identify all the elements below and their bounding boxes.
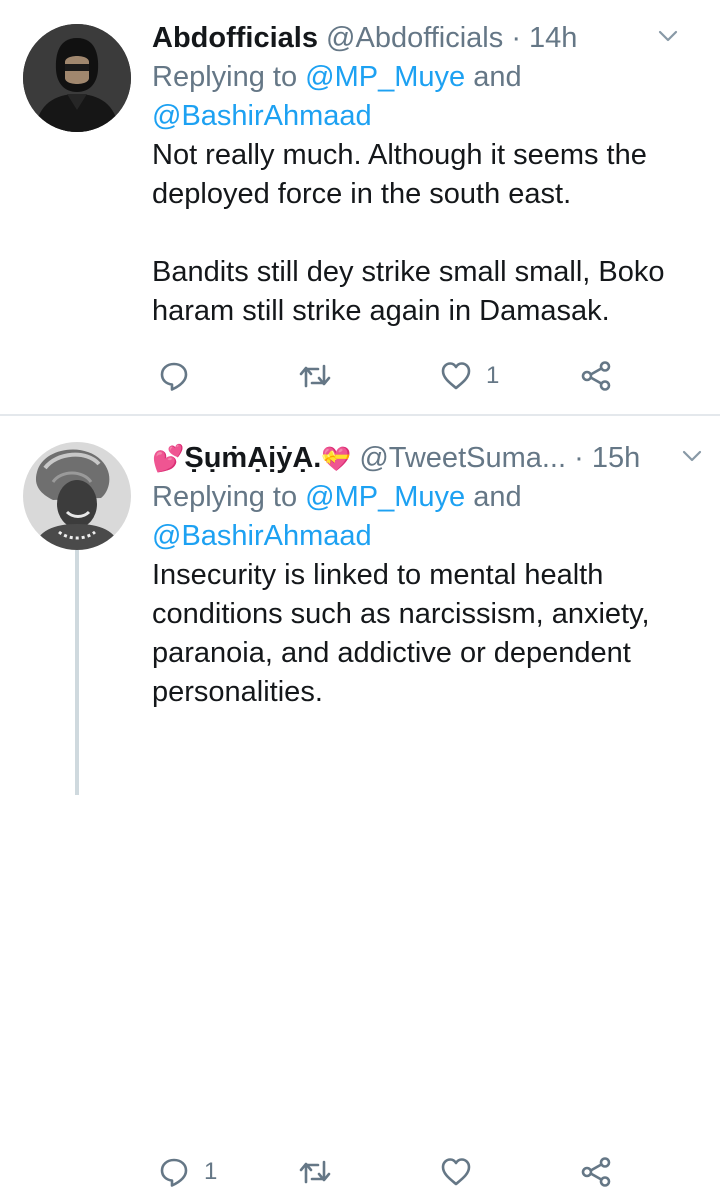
reply-icon [160, 362, 188, 391]
reply-count: 1 [204, 1158, 218, 1185]
mention-link[interactable]: @MP_Muye [305, 481, 465, 513]
replying-label: Replying to [152, 61, 306, 93]
share-icon [581, 361, 611, 391]
share-button[interactable] [580, 356, 612, 396]
tweet[interactable]: 💕ṢụṁẠịẏẠ.💝 @TweetSuma... · 15h Replying … [0, 417, 720, 1187]
mention-link[interactable]: @BashirAhmaad [152, 520, 372, 552]
like-count: 1 [486, 362, 500, 389]
retweet-icon [299, 1160, 331, 1184]
timestamp[interactable]: 14h [529, 22, 577, 54]
retweet-button[interactable] [298, 356, 346, 396]
display-name[interactable]: ṢụṁẠịẏẠ. [184, 442, 321, 474]
like-button[interactable] [440, 1152, 486, 1192]
reply-icon [160, 1158, 188, 1187]
heart-icon [441, 362, 471, 390]
separator-dot: · [511, 22, 521, 54]
reply-button[interactable]: 1 [158, 1152, 217, 1192]
heart-icon [441, 1158, 471, 1186]
share-button[interactable] [580, 1152, 612, 1192]
display-name[interactable]: Abdofficials [152, 22, 318, 54]
chevron-down-icon[interactable] [682, 449, 702, 463]
replying-to: Replying to @MP_Muye and @BashirAhmaad [152, 478, 704, 556]
tweet-content: 💕ṢụṁẠịẏẠ.💝 @TweetSuma... · 15h Replying … [152, 438, 704, 712]
like-button[interactable]: 1 [440, 356, 499, 396]
chevron-down-icon[interactable] [658, 29, 678, 43]
mention-link[interactable]: @BashirAhmaad [152, 100, 372, 132]
timestamp[interactable]: 15h [592, 442, 640, 474]
reply-button[interactable] [158, 356, 204, 396]
heart-gift-emoji: 💝 [321, 446, 352, 473]
replying-and: and [465, 481, 522, 513]
tweet-divider [0, 414, 720, 416]
retweet-button[interactable] [298, 1152, 346, 1192]
replying-label: Replying to [152, 481, 306, 513]
tweet-text: Insecurity is linked to mental health co… [152, 559, 658, 708]
separator-dot: · [574, 442, 584, 474]
user-handle[interactable]: @TweetSuma... [359, 442, 566, 474]
replying-and: and [465, 61, 522, 93]
tweet-header: Abdofficials @Abdofficials · 14h [152, 18, 704, 58]
tweet-text: Not really much. Although it seems the d… [152, 139, 665, 327]
tweet-actions: 1 [152, 356, 672, 396]
avatar[interactable] [23, 442, 131, 550]
tweet-actions: 1 [152, 1152, 672, 1192]
replying-to: Replying to @MP_Muye and @BashirAhmaad [152, 58, 704, 136]
tweet[interactable]: Abdofficials @Abdofficials · 14h Replyin… [0, 0, 720, 414]
tweet-header: 💕ṢụṁẠịẏẠ.💝 @TweetSuma... · 15h [152, 438, 704, 478]
share-icon [581, 1157, 611, 1187]
mention-link[interactable]: @MP_Muye [305, 61, 465, 93]
tweet-content: Abdofficials @Abdofficials · 14h Replyin… [152, 18, 704, 331]
avatar[interactable] [23, 24, 131, 132]
retweet-icon [299, 364, 331, 388]
user-handle[interactable]: @Abdofficials [326, 22, 503, 54]
flowers-emoji: 💕 [152, 443, 185, 473]
